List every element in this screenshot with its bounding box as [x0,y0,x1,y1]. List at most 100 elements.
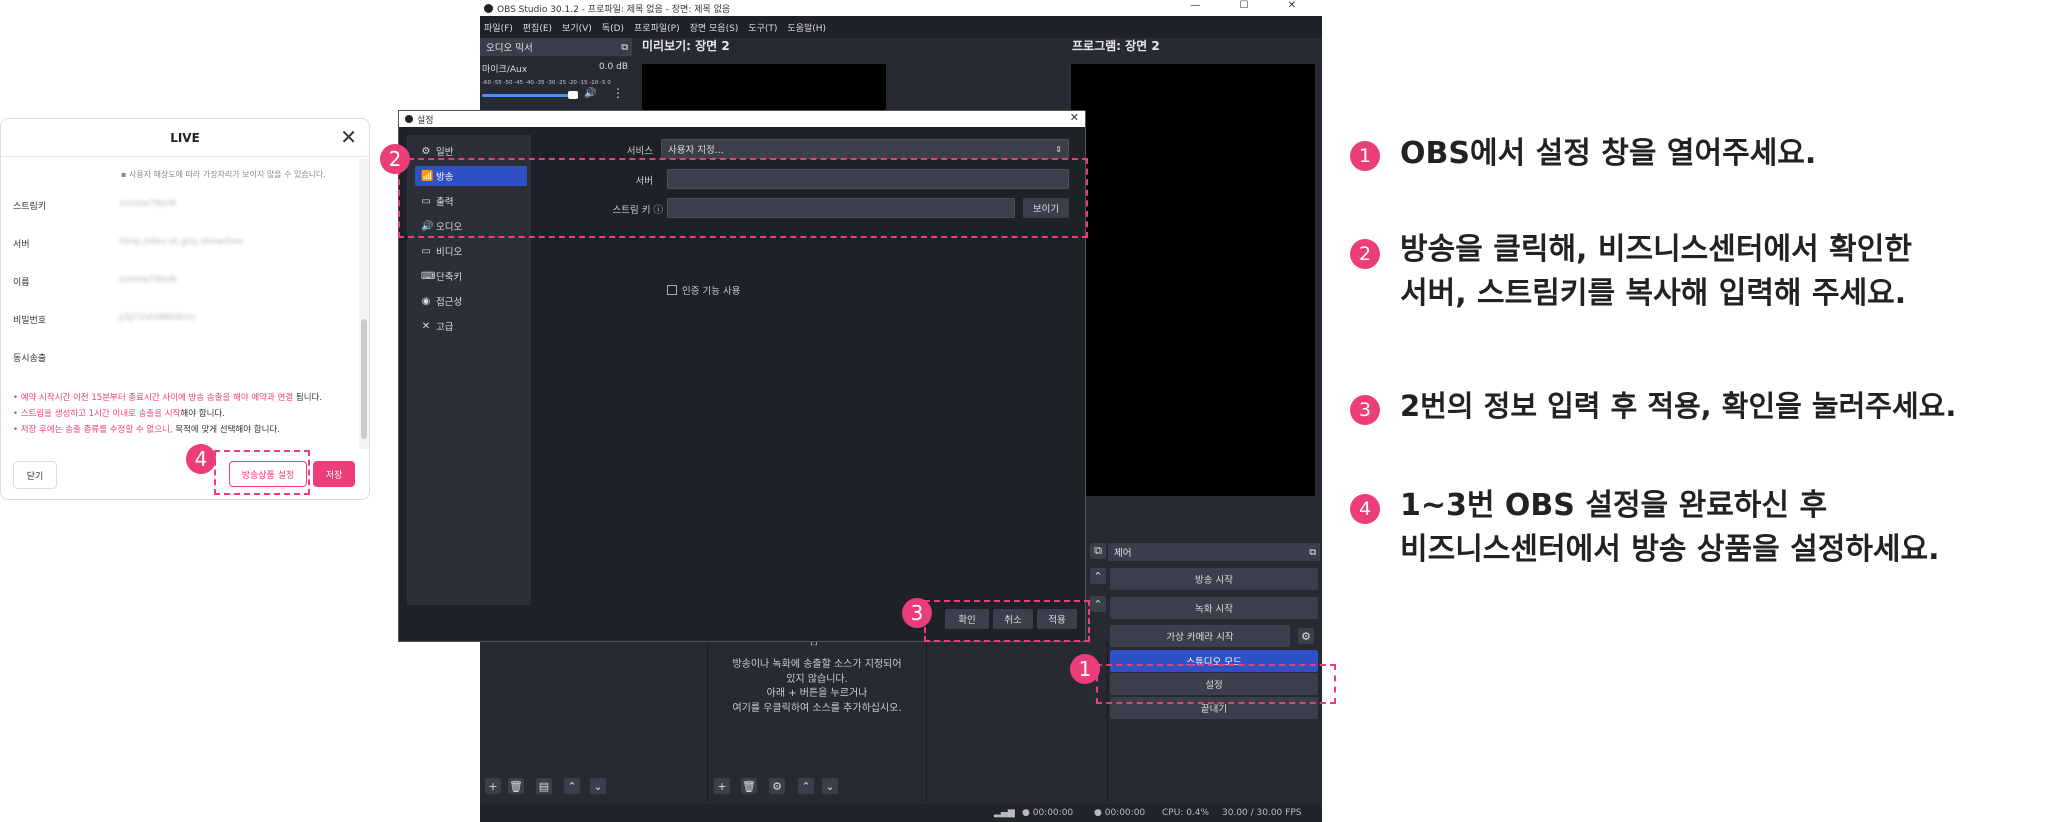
highlight-4 [214,450,310,495]
nav-item-accessibility[interactable]: ◉ 접근성 [415,291,527,311]
instruction-1: OBS에서 설정 창을 열어주세요. [1400,136,1817,171]
row-label-password: 비밀번호 [13,316,47,326]
auth-checkbox[interactable] [667,285,677,295]
chevron-up-icon[interactable]: ⌃ [1090,596,1106,612]
add-icon[interactable]: + [714,778,730,794]
warning-2: • 스트림을 생성하고 1시간 이내로 송출을 시작해야 합니다. [13,409,225,419]
close-button[interactable]: 닫기 [13,461,57,489]
menu-tools[interactable]: 도구(T) [748,21,777,34]
row-value-name[interactable]: xmmw78srlk [119,275,177,285]
mic-label: 마이크/Aux [482,65,528,75]
save-button[interactable]: 저장 [313,461,355,487]
obs-window-title: OBS Studio 30.1.2 - 프로파일: 제목 없음 - 장면: 제목… [497,4,731,15]
menu-dock[interactable]: 독(D) [602,21,624,34]
highlight-1 [1096,664,1336,704]
badge-1: 1 [1070,654,1100,684]
instruction-3: 2번의 정보 입력 후 적용, 확인을 눌러주세요. [1400,389,1957,423]
obs-titlebar: OBS Studio 30.1.2 - 프로파일: 제목 없음 - 장면: 제목… [480,0,1322,16]
settings-title: 설정 [417,115,434,126]
live-panel: LIVE ✕ ▪ 사용자 해상도에 따라 가장자리가 보이지 않을 수 있습니다… [0,118,370,500]
instruction-4: 1~3번 OBS 설정을 완료하신 후 비즈니스센터에서 방송 상품을 설정하세요… [1400,488,1940,567]
program-canvas [1071,64,1315,496]
speaker-icon[interactable]: 🔊 [584,88,596,99]
auth-checkbox-row[interactable]: 인증 기능 사용 [667,283,740,297]
wrench-icon: ✕ [421,320,431,332]
chevron-down-icon[interactable]: ⌄ [822,778,838,794]
chevron-down-icon[interactable]: ⌄ [590,778,606,794]
gear-icon[interactable]: ⚙ [769,778,785,794]
trash-icon[interactable]: 🗑 [741,778,757,794]
nav-item-advanced[interactable]: ✕ 고급 [415,316,527,336]
menu-edit[interactable]: 편집(E) [523,21,552,34]
step-badge-1: 1 [1350,141,1380,171]
chevron-updown-icon: ⇕ [1055,144,1062,154]
settings-titlebar: 설정 ✕ [399,111,1085,127]
step-badge-2: 2 [1350,239,1380,269]
menu-scene-collection[interactable]: 장면 모음(S) [690,21,739,34]
program-label: 프로그램: 장면 2 [1072,39,1160,53]
service-select[interactable]: 사용자 지정... ⇕ [661,139,1069,159]
more-icon[interactable]: ⋮ [612,86,624,100]
keyboard-icon: ⌨ [421,270,436,282]
live-scrollbar[interactable] [359,159,369,449]
highlight-2 [398,158,1088,238]
menu-view[interactable]: 보기(V) [562,21,592,34]
nav-item-hotkeys[interactable]: ⌨ 단축키 [415,266,527,286]
obs-logo-icon [484,3,493,13]
display-icon: ▭ [421,245,431,257]
chevron-up-icon[interactable]: ⌃ [1090,568,1106,584]
add-icon[interactable]: + [485,778,501,794]
resolution-note: ▪ 사용자 해상도에 따라 가장자리가 보이지 않을 수 있습니다. [121,170,326,179]
step-badge-4: 4 [1350,494,1380,524]
close-icon[interactable]: ✕ [340,125,357,149]
row-value-password[interactable]: p5J72sh9M8WnU [119,313,195,323]
dock-popout-icon[interactable]: ⧉ [1090,543,1106,559]
volume-slider[interactable] [482,94,578,97]
window-controls[interactable]: — ☐ ✕ [1190,0,1314,11]
close-icon[interactable]: ✕ [1070,111,1079,124]
row-label-streamkey: 스트림키 [13,202,47,212]
gear-icon[interactable]: ⚙ [1298,628,1314,644]
nav-item-video[interactable]: ▭ 비디오 [415,241,527,261]
trash-icon[interactable]: 🗑 [508,778,524,794]
chevron-up-icon[interactable]: ⌃ [798,778,814,794]
stream-time: ● 00:00:00 [1022,808,1074,818]
row-value-server[interactable]: rtmp://dev-st.grip.show/live [119,237,243,247]
start-recording-button[interactable]: 녹화 시작 [1110,597,1318,619]
filter-icon[interactable]: ▤ [536,778,552,794]
row-label-name: 이름 [13,278,30,288]
row-label-simulcast: 동시송출 [13,354,47,364]
audio-mixer-header: 오디오 믹서 ⧉ [480,38,632,56]
menu-profile[interactable]: 프로파일(P) [634,21,680,34]
row-label-server: 서버 [13,240,30,250]
meter-scale: -60 -55 -50 -45 -40 -35 -30 -25 -20 -15 … [482,80,611,86]
obs-menubar: 파일(F) 편집(E) 보기(V) 독(D) 프로파일(P) 장면 모음(S) … [480,16,1322,38]
control-header: 제어 ⧉ [1108,543,1320,561]
badge-4: 4 [186,444,216,474]
volume-handle[interactable] [568,91,578,99]
dock-popout-icon[interactable]: ⧉ [1309,547,1316,558]
mic-channel: 마이크/Aux 0.0 dB -60 -55 -50 -45 -40 -35 -… [480,58,632,108]
service-label: 서비스 [626,146,653,157]
start-streaming-button[interactable]: 방송 시작 [1110,568,1318,590]
badge-2: 2 [380,144,410,174]
warning-1: • 예약 시작시간 이전 15분부터 종료시간 사이에 방송 송출을 해야 예약… [13,393,323,403]
mic-db: 0.0 dB [598,62,628,72]
record-time: ● 00:00:00 [1094,808,1146,818]
fps-readout: 30.00 / 30.00 FPS [1222,808,1302,818]
start-virtual-camera-button[interactable]: 가상 카메라 시작 [1110,625,1290,647]
instruction-2: 방송을 클릭해, 비즈니스센터에서 확인한 서버, 스트림키를 복사해 입력해 주… [1400,232,1912,311]
cpu-usage: CPU: 0.4% [1162,808,1210,818]
dock-popout-icon[interactable]: ⧉ [621,42,628,53]
accessibility-icon: ◉ [421,295,431,307]
chevron-up-icon[interactable]: ⌃ [564,778,580,794]
menu-help[interactable]: 도움말(H) [787,21,826,34]
gear-icon: ⚙ [421,145,431,157]
obs-logo-icon [405,115,413,123]
highlight-3 [924,600,1090,642]
sources-empty-message: 방송이나 녹화에 송출할 소스가 지정되어 있지 않습니다. 아래 + 버튼을 누르… [732,659,902,714]
network-icon: ▂▄▆ [994,808,1015,818]
menu-file[interactable]: 파일(F) [484,21,513,34]
live-header: LIVE ✕ [1,119,369,157]
row-value-streamkey[interactable]: xmmw78srlk [119,199,177,209]
